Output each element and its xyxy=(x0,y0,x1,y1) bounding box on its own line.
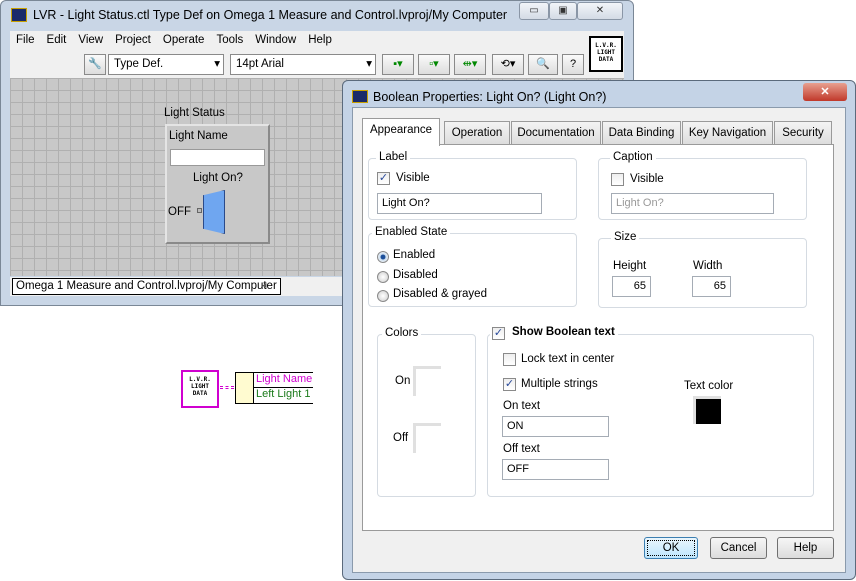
text-color-picker[interactable] xyxy=(693,396,721,424)
boolean-off-text: OFF xyxy=(168,206,191,218)
boolean-led-icon xyxy=(197,208,202,213)
menu-window[interactable]: Window xyxy=(249,31,302,50)
light-on-label: Light On? xyxy=(193,172,243,184)
tab-appearance[interactable]: Appearance xyxy=(362,118,440,146)
height-label: Height xyxy=(613,260,647,272)
tab-security[interactable]: Security xyxy=(774,121,832,145)
menu-project[interactable]: Project xyxy=(109,31,157,50)
height-input[interactable]: 65 xyxy=(612,276,651,297)
type-def-select[interactable]: Type Def. ▾ xyxy=(108,54,224,75)
resize-objects-icon[interactable]: ⇹▾ xyxy=(454,54,486,75)
menu-operate[interactable]: Operate xyxy=(157,31,211,50)
close-button[interactable]: ✕ xyxy=(803,83,847,101)
tab-documentation[interactable]: Documentation xyxy=(511,121,601,145)
show-boolean-text-label: Show Boolean text xyxy=(490,326,618,338)
off-color-picker[interactable] xyxy=(413,423,441,453)
on-text-label: On text xyxy=(503,400,541,412)
caption-visible-checkbox[interactable] xyxy=(611,173,624,186)
search-icon[interactable]: 🔍 xyxy=(528,54,558,75)
multiple-strings-checkbox[interactable]: ✓ xyxy=(503,378,516,391)
colors-group-title: Colors xyxy=(382,327,422,339)
width-input[interactable]: 65 xyxy=(692,276,731,297)
multiple-strings-label: Multiple strings xyxy=(521,378,598,390)
radio-enabled-label: Enabled xyxy=(393,249,436,261)
lock-text-center-checkbox[interactable] xyxy=(503,353,516,366)
light-data-typedef-icon[interactable]: L.V.R. LIGHT DATA xyxy=(181,370,219,408)
tab-operation[interactable]: Operation xyxy=(444,121,510,145)
label-visible-checkbox[interactable]: ✓ xyxy=(377,172,390,185)
menu-help[interactable]: Help xyxy=(302,31,338,50)
close-button[interactable]: ✕ xyxy=(577,2,623,20)
show-boolean-text-checkbox[interactable]: ✓ xyxy=(492,327,505,340)
minimize-button[interactable]: ▭ xyxy=(519,2,549,20)
light-status-cluster[interactable]: Light Name Light On? OFF xyxy=(165,124,270,244)
radio-disabled-grayed[interactable] xyxy=(377,290,389,302)
radio-enabled[interactable] xyxy=(377,251,389,263)
colors-group xyxy=(377,334,476,497)
ok-button[interactable]: OK xyxy=(644,537,698,559)
bundle-by-name-node[interactable]: Light Name Left Light 1 xyxy=(235,372,313,404)
light-on-switch[interactable] xyxy=(203,190,225,234)
cluster-label: Light Status xyxy=(164,107,225,119)
radio-disabled[interactable] xyxy=(377,271,389,283)
light-name-string-control[interactable] xyxy=(170,149,265,166)
labview-icon xyxy=(11,8,27,22)
cancel-button[interactable]: Cancel xyxy=(710,537,767,559)
radio-disabled-label: Disabled xyxy=(393,269,438,281)
maximize-button[interactable]: ▣ xyxy=(549,2,577,20)
label-visible-text: Visible xyxy=(396,172,430,184)
tab-data-binding[interactable]: Data Binding xyxy=(602,121,681,145)
scroll-left-arrow[interactable]: ◂ xyxy=(262,280,267,291)
labview-icon xyxy=(352,90,368,103)
dialog-title: Boolean Properties: Light On? (Light On?… xyxy=(373,90,607,104)
window-title: LVR - Light Status.ctl Type Def on Omega… xyxy=(33,8,508,22)
bundle-item-light-name[interactable]: Light Name xyxy=(253,373,313,388)
font-select[interactable]: 14pt Arial ▾ xyxy=(230,54,376,75)
menu-file[interactable]: File xyxy=(10,31,41,50)
menu-bar: File Edit View Project Operate Tools Win… xyxy=(10,31,624,50)
off-text-label: Off text xyxy=(503,443,540,455)
label-group-title: Label xyxy=(376,151,411,163)
wrench-icon[interactable]: 🔧 xyxy=(84,54,106,75)
off-text-input[interactable]: OFF xyxy=(502,459,609,480)
distribute-objects-icon[interactable]: ▫▾ xyxy=(418,54,450,75)
menu-view[interactable]: View xyxy=(72,31,109,50)
on-color-label: On xyxy=(395,375,411,387)
lock-text-center-label: Lock text in center xyxy=(521,353,615,365)
label-text-input[interactable]: Light On? xyxy=(377,193,542,214)
project-path: Omega 1 Measure and Control.lvproj/My Co… xyxy=(12,278,281,295)
menu-edit[interactable]: Edit xyxy=(41,31,73,50)
caption-visible-text: Visible xyxy=(630,173,664,185)
type-def-value: Type Def. xyxy=(114,58,164,70)
help-icon[interactable]: ? xyxy=(562,54,584,75)
size-group xyxy=(598,238,807,308)
font-value: 14pt Arial xyxy=(236,58,284,70)
toolbar: 🔧 Type Def. ▾ 14pt Arial ▾ ▪▾ ▫▾ ⇹▾ ⟲▾ 🔍 ? xyxy=(10,50,624,78)
help-button[interactable]: Help xyxy=(777,537,834,559)
off-color-label: Off xyxy=(393,432,409,444)
enabled-state-title: Enabled State xyxy=(372,226,451,238)
tab-key-navigation[interactable]: Key Navigation xyxy=(682,121,773,145)
caption-text-input[interactable]: Light On? xyxy=(611,193,774,214)
align-objects-icon[interactable]: ▪▾ xyxy=(382,54,414,75)
chevron-down-icon: ▾ xyxy=(366,58,372,70)
on-color-picker[interactable] xyxy=(413,366,441,396)
size-group-title: Size xyxy=(611,231,640,243)
text-color-label: Text color xyxy=(684,380,734,392)
menu-tools[interactable]: Tools xyxy=(210,31,249,50)
light-name-label: Light Name xyxy=(169,130,228,142)
radio-disabled-grayed-label: Disabled & grayed xyxy=(393,288,487,300)
vi-icon: L.V.R. LIGHT DATA xyxy=(589,36,623,72)
on-text-input[interactable]: ON xyxy=(502,416,609,437)
chevron-down-icon: ▾ xyxy=(214,58,220,70)
reorder-icon[interactable]: ⟲▾ xyxy=(492,54,524,75)
cluster-wire[interactable] xyxy=(220,386,234,389)
width-label: Width xyxy=(693,260,723,272)
caption-group-title: Caption xyxy=(610,151,656,163)
bundle-item-value[interactable]: Left Light 1 xyxy=(253,388,313,403)
